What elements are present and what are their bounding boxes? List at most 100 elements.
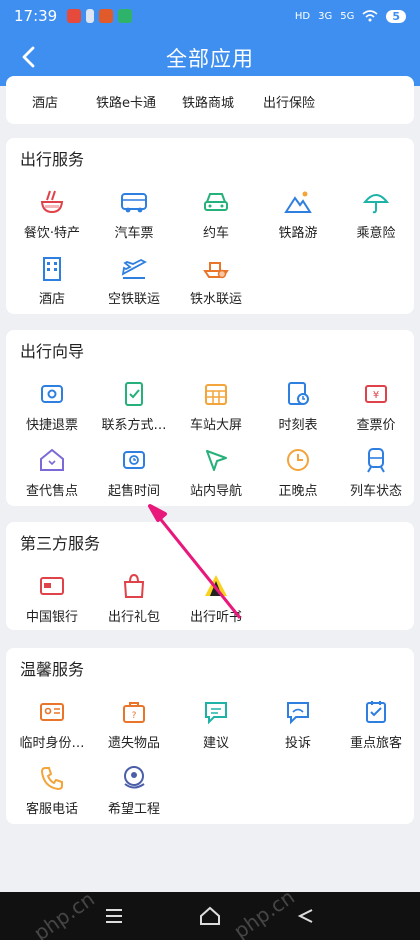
- app-label: 列车状态: [349, 484, 402, 499]
- navigation-arrow-icon: [206, 450, 227, 471]
- app-label: 餐饮·特产: [23, 226, 81, 241]
- app-label: 查代售点: [25, 484, 78, 499]
- train-icon: [367, 448, 385, 473]
- app-agency[interactable]: 查代售点: [10, 446, 94, 506]
- ship-icon: [203, 262, 229, 279]
- signal-5g: 5G: [340, 10, 355, 22]
- partial-item-hotel[interactable]: 酒店: [32, 92, 58, 111]
- house-icon: [40, 448, 64, 471]
- app-station-screen[interactable]: 车站大屏: [174, 380, 258, 440]
- svg-text:¥: ¥: [373, 390, 379, 401]
- app-contact[interactable]: 联系方式…: [92, 380, 176, 440]
- svg-text:?: ?: [132, 711, 137, 721]
- app-label: 遗失物品: [107, 736, 160, 751]
- partial-item-mall[interactable]: 铁路商城: [182, 92, 234, 111]
- section-title: 第三方服务: [20, 534, 101, 553]
- app-sale-time[interactable]: 起售时间: [92, 446, 176, 506]
- app-label: 酒店: [38, 292, 65, 307]
- sim-icon: [86, 9, 95, 23]
- app-label: 临时身份…: [19, 736, 85, 751]
- mountain-icon: [284, 191, 312, 213]
- app-bank-of-china[interactable]: 中国银行: [10, 572, 94, 632]
- notification-icons: [67, 9, 133, 23]
- partial-item-ecard[interactable]: 铁路e卡通: [96, 92, 156, 111]
- app-label: 中国银行: [25, 610, 78, 625]
- menu-icon: [106, 909, 122, 923]
- app-ride-hailing[interactable]: 约车: [174, 188, 258, 248]
- app-station-nav[interactable]: 站内导航: [174, 446, 258, 506]
- noodle-bowl-icon: [40, 190, 64, 214]
- app-label: 起售时间: [107, 484, 160, 499]
- app-quick-refund[interactable]: 快捷退票: [10, 380, 94, 440]
- umbrella-icon: [362, 194, 390, 214]
- header: 17:39 HD 3G 5G 5 全部应用: [0, 0, 420, 86]
- phone-icon: [40, 767, 63, 791]
- app-catering[interactable]: 餐饮·特产: [10, 188, 94, 248]
- back-triangle-icon: [297, 909, 313, 923]
- app-key-passenger[interactable]: 重点旅客: [334, 698, 418, 758]
- app-label: 投诉: [284, 736, 311, 751]
- schedule-icon: [288, 382, 309, 405]
- section-title: 出行向导: [20, 342, 85, 361]
- app-label: 查票价: [356, 418, 396, 433]
- system-nav-bar: php.cn php.cn: [0, 885, 420, 940]
- app-suggestion[interactable]: 建议: [174, 698, 258, 758]
- plane-icon: [121, 258, 147, 279]
- app-label: 时刻表: [278, 418, 318, 433]
- app-accident-insurance[interactable]: 乘意险: [334, 188, 418, 248]
- section-travel-guide: 出行向导 快捷退票 联系方式… 车站大屏 时刻表 ¥ 查票价 查代售点 起售时间…: [6, 330, 414, 506]
- menu-button[interactable]: [96, 901, 132, 931]
- message-icon: [287, 702, 309, 725]
- section-title: 出行服务: [20, 150, 85, 169]
- app-timetable[interactable]: 时刻表: [256, 380, 340, 440]
- app-label: 汽车票: [114, 226, 154, 241]
- building-icon: [43, 257, 61, 281]
- app-on-time[interactable]: 正晚点: [256, 446, 340, 506]
- audiobook-icon: [205, 575, 227, 596]
- bank-card-icon: [40, 577, 64, 595]
- app-label: 车站大屏: [189, 418, 242, 433]
- phone-book-icon: [125, 382, 143, 406]
- app-temp-id[interactable]: 临时身份…: [10, 698, 94, 758]
- app-customer-service[interactable]: 客服电话: [10, 764, 94, 824]
- watermark: php.cn: [29, 886, 99, 940]
- app-fare[interactable]: ¥ 查票价: [334, 380, 418, 440]
- back-arrow-icon[interactable]: [14, 42, 44, 72]
- status-right: HD 3G 5G 5: [295, 9, 406, 23]
- app-label: 空铁联运: [107, 292, 160, 307]
- app-rail-water[interactable]: 铁水联运: [174, 254, 258, 314]
- wifi-icon: [362, 10, 378, 22]
- wechat-icon: [118, 9, 133, 23]
- home-icon: [200, 906, 220, 925]
- app-bus-ticket[interactable]: 汽车票: [92, 188, 176, 248]
- app-audiobook[interactable]: 出行听书: [174, 572, 258, 632]
- app-notification-icon: [99, 9, 114, 23]
- status-time: 17:39: [14, 7, 58, 25]
- app-train-status[interactable]: 列车状态: [334, 446, 418, 506]
- app-complaint[interactable]: 投诉: [256, 698, 340, 758]
- app-hotel[interactable]: 酒店: [10, 254, 94, 314]
- app-lost-found[interactable]: ? 遗失物品: [92, 698, 176, 758]
- gift-bag-icon: [123, 573, 145, 598]
- app-label: 出行礼包: [107, 610, 160, 625]
- clock-icon: [287, 449, 309, 471]
- app-gift-pack[interactable]: 出行礼包: [92, 572, 176, 632]
- page-title: 全部应用: [166, 47, 254, 71]
- home-button[interactable]: [192, 901, 228, 931]
- id-card-icon: [40, 703, 64, 721]
- app-label: 铁水联运: [189, 292, 242, 307]
- ticket-icon: [41, 385, 63, 403]
- app-label: 乘意险: [356, 226, 396, 241]
- section-title: 温馨服务: [20, 660, 85, 679]
- app-air-rail[interactable]: 空铁联运: [92, 254, 176, 314]
- calendar-grid-icon: [205, 384, 227, 405]
- app-railway-tour[interactable]: 铁路游: [256, 188, 340, 248]
- car-icon: [204, 193, 228, 211]
- price-ticket-icon: ¥: [365, 385, 387, 403]
- app-label: 约车: [202, 226, 229, 241]
- partial-item-insurance[interactable]: 出行保险: [263, 92, 315, 111]
- section-travel-service: 出行服务 餐饮·特产 汽车票 约车 铁路游 乘意险 酒店 空铁联运 铁水联运: [6, 138, 414, 314]
- app-hope-project[interactable]: 希望工程: [92, 764, 176, 824]
- app-label: 出行听书: [189, 610, 242, 625]
- top-partial-card: 酒店 铁路e卡通 铁路商城 出行保险: [6, 76, 414, 124]
